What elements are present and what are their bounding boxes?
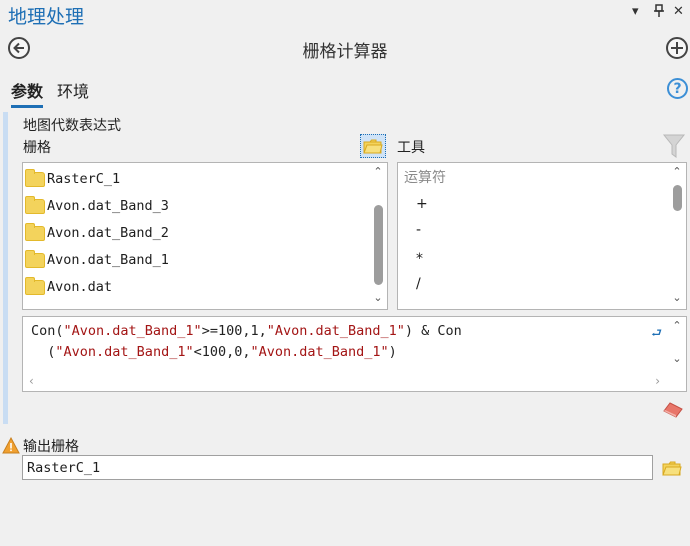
scroll-thumb[interactable] [673, 185, 682, 211]
word-wrap-icon[interactable]: ⮐ [651, 324, 662, 345]
expression-text[interactable]: Con("Avon.dat_Band_1">=100,1,"Avon.dat_B… [31, 321, 651, 363]
eraser-icon[interactable] [663, 402, 683, 418]
expression-token: >=100,1, [201, 323, 267, 339]
close-pane-button[interactable]: ✕ [673, 4, 684, 19]
scroll-up-icon[interactable]: ⌃ [369, 165, 387, 178]
open-folder-icon [363, 139, 383, 153]
list-item[interactable]: Avon.dat_Band_1 [25, 249, 169, 271]
expression-token: <100,0, [193, 344, 251, 360]
expression-string-token: "Avon.dat_Band_1" [250, 344, 389, 360]
scroll-down-icon[interactable]: ⌄ [369, 291, 387, 304]
expression-token: ) [388, 344, 397, 360]
expression-token: Con( [31, 323, 64, 339]
tab-environments[interactable]: 环境 [57, 78, 89, 105]
tab-parameters[interactable]: 参数 [11, 78, 44, 108]
filter-icon[interactable] [662, 133, 686, 159]
browse-raster-button[interactable] [360, 134, 386, 158]
help-icon[interactable]: ? [667, 78, 688, 99]
folder-icon [25, 249, 45, 268]
tools-list-scrollbar[interactable]: ⌃ ⌄ [668, 163, 686, 309]
scroll-up-icon[interactable]: ⌃ [668, 319, 686, 332]
list-item[interactable]: Avon.dat_Band_2 [25, 222, 169, 244]
tools-label: 工具 [397, 140, 425, 156]
add-button[interactable] [666, 37, 688, 59]
folder-icon [25, 168, 45, 187]
expression-horizontal-scrollbar[interactable]: ‹ › [23, 373, 686, 391]
scroll-thumb[interactable] [374, 205, 383, 285]
operator-divide[interactable]: / [416, 276, 421, 292]
raster-list-scrollbar[interactable]: ⌃ ⌄ [369, 163, 387, 309]
list-item[interactable]: RasterC_1 [25, 168, 120, 190]
pin-pane-icon[interactable] [653, 4, 665, 22]
folder-icon [25, 222, 45, 241]
expression-label: 地图代数表达式 [23, 118, 121, 134]
expression-vertical-scrollbar[interactable]: ⌃ ⌄ [668, 317, 686, 373]
expression-string-token: "Avon.dat_Band_1" [63, 323, 202, 339]
browse-output-button[interactable] [660, 457, 684, 479]
operator-multiply[interactable]: * [416, 251, 423, 267]
folder-icon [25, 195, 45, 214]
folder-icon [25, 276, 45, 295]
scroll-down-icon[interactable]: ⌄ [668, 291, 686, 304]
scroll-left-icon[interactable]: ‹ [29, 374, 34, 388]
output-raster-input[interactable]: RasterC_1 [22, 455, 653, 480]
tools-list[interactable]: 运算符 + - * / ⌃ ⌄ [397, 162, 687, 310]
expression-editor[interactable]: Con("Avon.dat_Band_1">=100,1,"Avon.dat_B… [22, 316, 687, 392]
plus-icon [671, 42, 683, 54]
operator-minus[interactable]: - [416, 222, 421, 238]
list-item[interactable]: Avon.dat [25, 276, 112, 298]
parameter-group-indicator [3, 112, 8, 424]
scroll-up-icon[interactable]: ⌃ [668, 165, 686, 178]
raster-list[interactable]: RasterC_1 Avon.dat_Band_3 Avon.dat_Band_… [22, 162, 388, 310]
operator-plus[interactable]: + [416, 196, 428, 212]
pane-title: 地理处理 [8, 6, 85, 28]
output-raster-label: 输出栅格 [23, 439, 79, 455]
expression-string-token: "Avon.dat_Band_1" [266, 323, 405, 339]
list-item[interactable]: Avon.dat_Band_3 [25, 195, 169, 217]
scroll-right-icon[interactable]: › [655, 374, 660, 388]
operators-heading: 运算符 [404, 170, 446, 186]
tool-title: 栅格计算器 [302, 42, 388, 62]
expression-string-token: "Avon.dat_Band_1" [55, 344, 194, 360]
pane-options-dropdown-icon[interactable]: ▾ [632, 4, 639, 19]
raster-label: 栅格 [23, 140, 51, 156]
warning-icon [2, 436, 20, 454]
open-folder-icon [662, 461, 682, 475]
scroll-down-icon[interactable]: ⌄ [668, 352, 686, 365]
